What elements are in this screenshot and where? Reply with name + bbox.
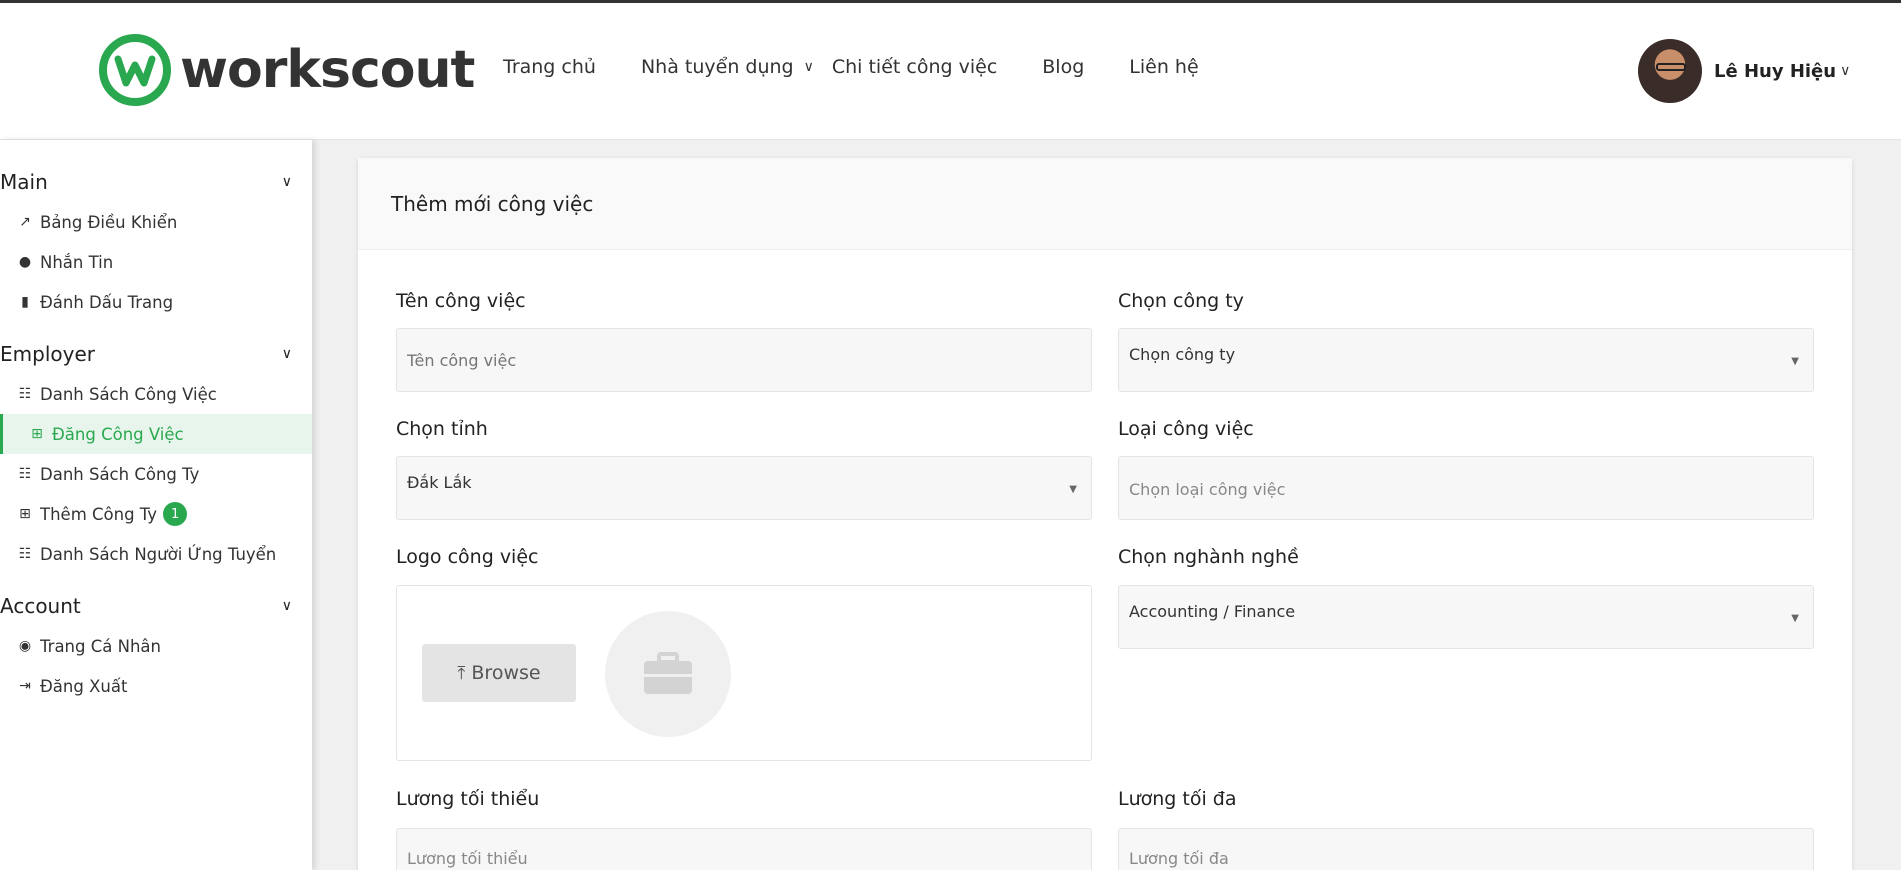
company-label: Chọn công ty	[1118, 290, 1244, 312]
sidebar-item-post-job[interactable]: ⊞ Đăng Công Việc	[0, 414, 312, 454]
nav-contact-label: Liên hệ	[1129, 56, 1199, 78]
count-badge: 1	[163, 502, 188, 526]
nav-home-label: Trang chủ	[503, 56, 596, 78]
nav-employers[interactable]: Nhà tuyển dụng ∨	[641, 56, 814, 78]
sidebar-item-label: Danh Sách Công Ty	[40, 464, 200, 484]
province-select-value: Đắk Lắk	[407, 473, 472, 492]
sidebar-section-toggle[interactable]: Main ∨	[0, 162, 312, 202]
sidebar-section-title: Account	[0, 594, 81, 618]
sidebar-item-company-list[interactable]: ☷ Danh Sách Công Ty	[0, 454, 312, 494]
job-type-input[interactable]: Chọn loại công việc	[1118, 456, 1814, 520]
nav-contact[interactable]: Liên hệ	[1129, 56, 1198, 78]
briefcase-icon	[644, 652, 692, 694]
plus-square-icon: ⊞	[19, 506, 31, 522]
dashboard-sidebar: Main ∨ ↗ Bảng Điều Khiển ● Nhắn Tin ▮ Đánh D…	[0, 140, 312, 870]
user-name: Lê Huy Hiệu	[1714, 60, 1837, 82]
sidebar-item-applicants[interactable]: ☷ Danh Sách Người Ứng Tuyển	[0, 534, 312, 574]
browse-button-label: Browse	[471, 662, 541, 684]
logo-upload-area: ⤒ Browse	[396, 585, 1092, 761]
sidebar-item-label: Danh Sách Người Ứng Tuyển	[40, 544, 277, 564]
comments-icon: ●	[18, 254, 32, 270]
chevron-down-icon: ∨	[281, 346, 292, 362]
sidebar-section-toggle[interactable]: Account ∨	[0, 586, 312, 626]
sidebar-section-main: Main ∨ ↗ Bảng Điều Khiển ● Nhắn Tin ▮ Đánh D…	[0, 162, 312, 322]
main-nav: Trang chủ Nhà tuyển dụng ∨ Chi tiết công …	[503, 56, 1244, 78]
nav-blog-label: Blog	[1042, 56, 1085, 78]
chevron-down-icon: ∨	[281, 174, 292, 190]
chevron-down-icon: ∨	[281, 598, 292, 614]
brand-name: workscout	[180, 40, 475, 100]
list-icon: ☷	[18, 546, 32, 562]
sidebar-item-logout[interactable]: ⇥ Đăng Xuất	[0, 666, 312, 706]
chevron-down-icon: ∨	[803, 59, 814, 75]
job-type-label: Loại công việc	[1118, 418, 1254, 440]
sidebar-item-label: Nhắn Tin	[40, 252, 114, 272]
bookmark-icon: ▮	[21, 294, 29, 310]
caret-down-icon: ▼	[1069, 484, 1077, 495]
user-menu[interactable]: Lê Huy Hiệu ∨	[1638, 39, 1850, 103]
sidebar-item-bookmarks[interactable]: ▮ Đánh Dấu Trang	[0, 282, 312, 322]
nav-home[interactable]: Trang chủ	[503, 56, 596, 78]
brand-logo[interactable]: workscout	[98, 33, 475, 107]
upload-icon: ⤒	[457, 662, 466, 684]
sidebar-section-account: Account ∨ ◉ Trang Cá Nhân ⇥ Đăng Xuất	[0, 586, 312, 706]
sidebar-item-label: Trang Cá Nhân	[40, 636, 161, 656]
sidebar-item-add-company[interactable]: ⊞ Thêm Công Ty 1	[0, 494, 312, 534]
sidebar-item-dashboard[interactable]: ↗ Bảng Điều Khiển	[0, 202, 312, 242]
caret-down-icon: ▼	[1791, 356, 1799, 367]
add-job-form-card: Thêm mới công việc Tên công việc Chọn cô…	[358, 158, 1852, 870]
nav-employers-label: Nhà tuyển dụng	[640, 56, 794, 78]
sidebar-section-title: Main	[0, 170, 48, 194]
sidebar-item-messages[interactable]: ● Nhắn Tin	[0, 242, 312, 282]
page-title: Thêm mới công việc	[358, 158, 1852, 250]
list-icon: ☷	[18, 386, 32, 402]
nav-job-detail-label: Chi tiết công việc	[831, 56, 998, 78]
logo-preview	[605, 611, 731, 737]
job-name-label: Tên công việc	[396, 290, 526, 312]
sidebar-section-title: Employer	[0, 342, 95, 366]
salary-max-label: Lương tối đa	[1118, 788, 1237, 810]
industry-label: Chọn nghành nghề	[1118, 546, 1299, 568]
salary-max-input[interactable]: Lương tối đa	[1118, 828, 1814, 870]
job-name-input[interactable]	[396, 328, 1092, 392]
sidebar-section-employer: Employer ∨ ☷ Danh Sách Công Việc ⊞ Đăng Côn…	[0, 334, 312, 574]
sidebar-item-label: Đánh Dấu Trang	[40, 292, 174, 312]
avatar	[1638, 39, 1702, 103]
sidebar-item-job-list[interactable]: ☷ Danh Sách Công Việc	[0, 374, 312, 414]
sidebar-section-toggle[interactable]: Employer ∨	[0, 334, 312, 374]
nav-blog[interactable]: Blog	[1042, 56, 1084, 78]
salary-min-label: Lương tối thiểu	[396, 788, 540, 810]
logo-label: Logo công việc	[396, 546, 539, 568]
salary-max-placeholder: Lương tối đa	[1129, 849, 1229, 868]
salary-min-input[interactable]: Lương tối thiểu	[396, 828, 1092, 870]
chart-line-icon: ↗	[19, 214, 31, 230]
salary-min-placeholder: Lương tối thiểu	[407, 849, 528, 868]
industry-select-value: Accounting / Finance	[1129, 602, 1296, 621]
user-circle-icon: ◉	[18, 638, 32, 654]
company-select-value: Chọn công ty	[1129, 345, 1236, 364]
nav-job-detail[interactable]: Chi tiết công việc	[832, 56, 997, 78]
sidebar-item-label: Bảng Điều Khiển	[40, 212, 178, 232]
sidebar-item-label: Thêm Công Ty	[40, 504, 158, 524]
sidebar-item-label: Đăng Công Việc	[52, 424, 184, 444]
sign-out-icon: ⇥	[19, 678, 31, 694]
browse-button[interactable]: ⤒ Browse	[422, 644, 576, 702]
list-icon: ☷	[18, 466, 32, 482]
chevron-down-icon: ∨	[1840, 63, 1851, 79]
plus-square-icon: ⊞	[31, 426, 43, 442]
sidebar-item-label: Đăng Xuất	[40, 676, 128, 696]
sidebar-item-profile[interactable]: ◉ Trang Cá Nhân	[0, 626, 312, 666]
caret-down-icon: ▼	[1791, 613, 1799, 624]
province-select[interactable]: Đắk Lắk ▼	[396, 456, 1092, 520]
province-label: Chọn tỉnh	[396, 418, 488, 440]
workscout-logo-icon	[99, 34, 171, 106]
job-type-placeholder: Chọn loại công việc	[1129, 479, 1286, 499]
site-header: workscout Trang chủ Nhà tuyển dụng ∨ Chi …	[0, 3, 1901, 140]
sidebar-item-label: Danh Sách Công Việc	[40, 384, 217, 404]
company-select[interactable]: Chọn công ty ▼	[1118, 328, 1814, 392]
industry-select[interactable]: Accounting / Finance ▼	[1118, 585, 1814, 649]
